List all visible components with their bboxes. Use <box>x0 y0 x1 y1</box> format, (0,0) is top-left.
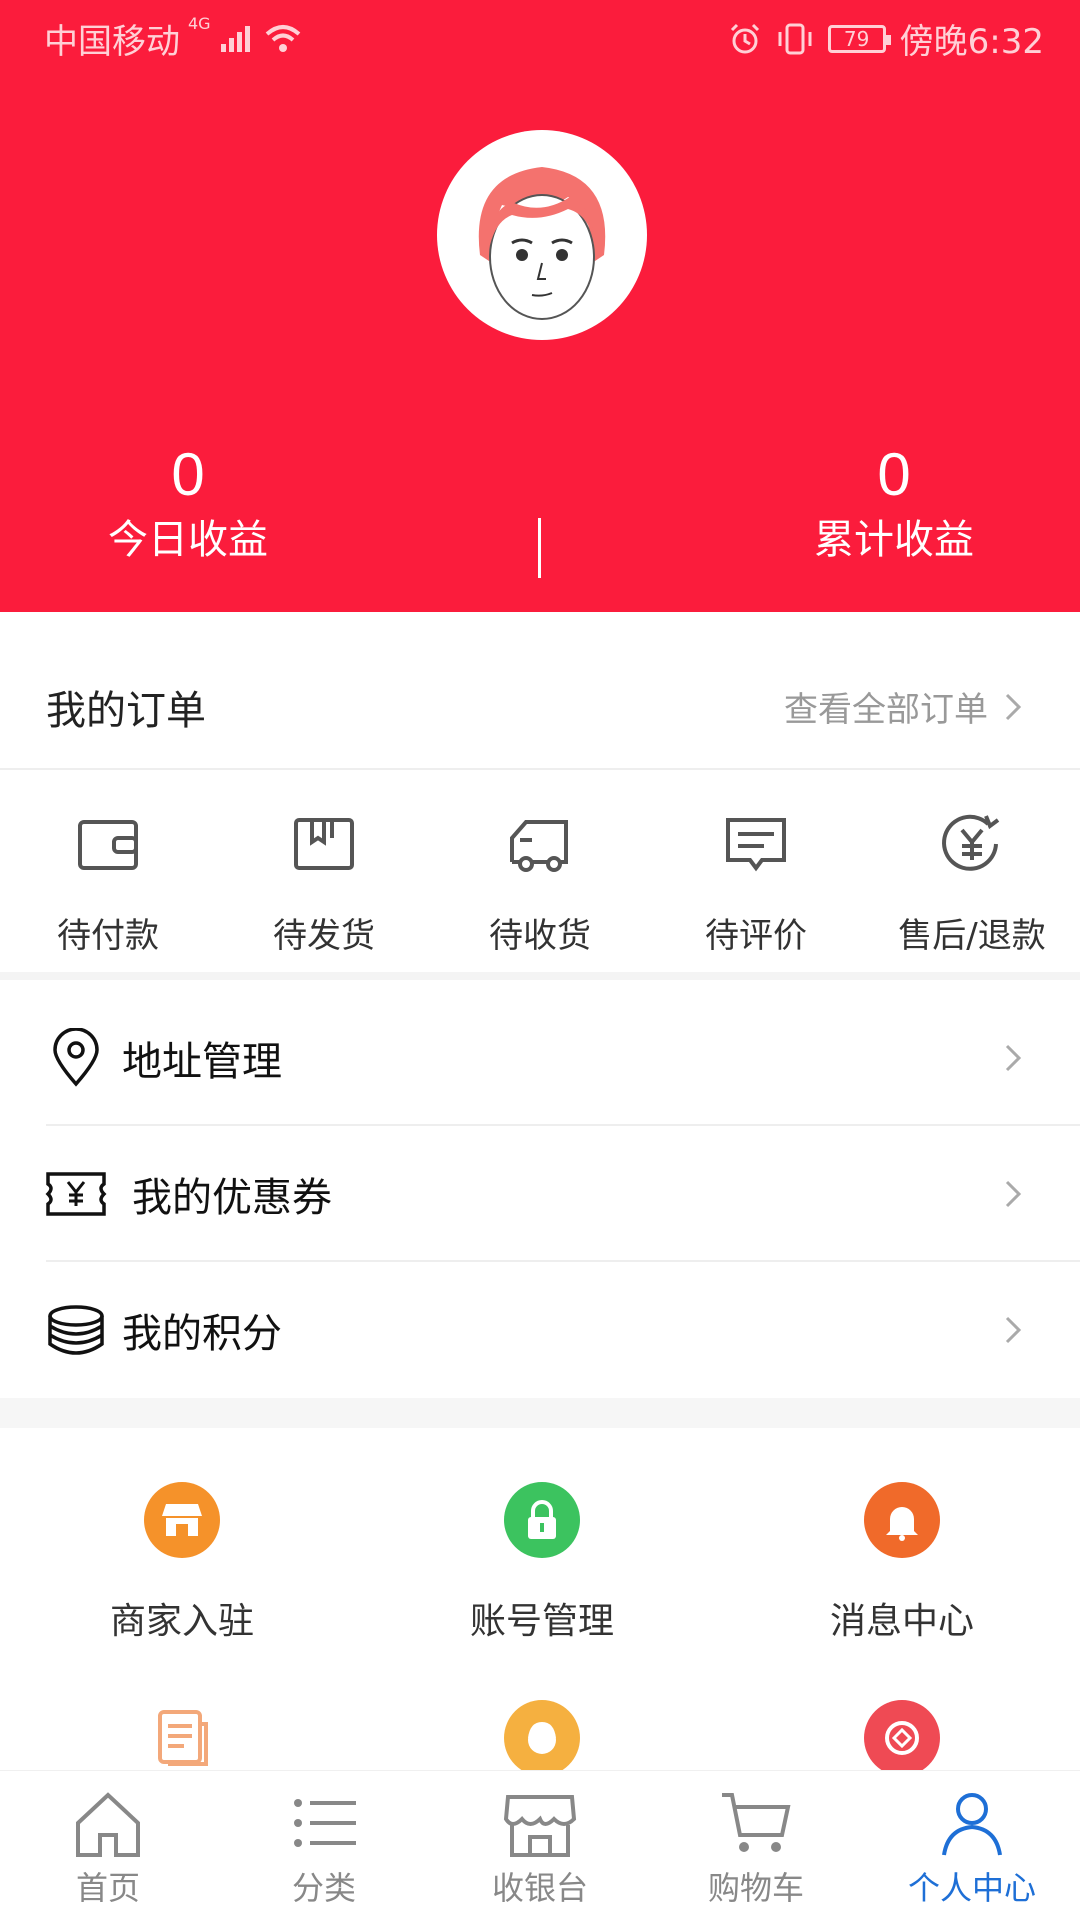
face-icon <box>504 1700 580 1776</box>
order-pending-review[interactable]: 待评价 <box>648 772 864 972</box>
status-bar: 中国移动 4G 79 傍晚6:32 <box>0 0 1080 76</box>
store-icon <box>144 1482 220 1558</box>
order-pending-shipment[interactable]: 待发货 <box>216 772 432 972</box>
bottom-nav: 首页 分类 收银台 购物车 个人中心 <box>0 1770 1080 1920</box>
today-earnings-label: 今日收益 <box>108 517 268 563</box>
cart-icon <box>722 1793 791 1852</box>
order-item-label: 待评价 <box>705 916 807 956</box>
chevron-right-icon <box>998 692 1028 722</box>
order-item-label: 待收货 <box>489 916 591 956</box>
truck-icon <box>510 820 568 872</box>
service-label: 商家入驻 <box>109 1601 254 1642</box>
view-all-orders-link[interactable]: 查看全部订单 <box>784 682 1028 731</box>
today-earnings-value: 0 <box>171 441 205 508</box>
menu-item-label: 地址管理 <box>122 1039 282 1085</box>
nav-home[interactable]: 首页 <box>0 1771 216 1920</box>
chevron-right-icon <box>998 1315 1028 1345</box>
order-item-label: 待发货 <box>273 916 375 956</box>
orders-header: 我的订单 查看全部订单 <box>0 636 1080 770</box>
services-grid: 商家入驻 账号管理 消息中心 <box>0 1450 1080 1776</box>
list-icon <box>294 1799 356 1847</box>
service-exchange[interactable] <box>722 1700 1080 1776</box>
menu-address-management[interactable]: 地址管理 <box>0 990 1080 1126</box>
alarm-icon <box>730 23 759 53</box>
menu-my-points[interactable]: 我的积分 <box>0 1262 1080 1398</box>
vibrate-icon <box>778 23 812 54</box>
document-icon <box>144 1700 220 1776</box>
status-left: 中国移动 4G <box>44 14 303 63</box>
total-earnings-label: 累计收益 <box>814 517 974 563</box>
section-gap <box>0 1398 1080 1428</box>
order-pending-payment[interactable]: 待付款 <box>0 772 216 972</box>
nav-profile[interactable]: 个人中心 <box>864 1771 1080 1920</box>
order-item-label: 待付款 <box>57 916 159 956</box>
home-icon <box>76 1792 140 1857</box>
lock-icon <box>504 1482 580 1558</box>
battery-indicator: 79 <box>827 24 891 53</box>
nav-label: 个人中心 <box>907 1869 1036 1907</box>
avatar-face-icon <box>478 167 606 320</box>
comment-icon <box>726 818 786 872</box>
today-earnings[interactable]: 0 今日收益 <box>38 440 338 568</box>
service-message-center[interactable]: 消息中心 <box>722 1482 1080 1644</box>
service-account-management[interactable]: 账号管理 <box>362 1482 722 1644</box>
service-face[interactable] <box>362 1700 722 1776</box>
menu-my-coupons[interactable]: 我的优惠券 <box>0 1126 1080 1262</box>
coupon-icon <box>44 1162 108 1226</box>
cashier-icon <box>503 1795 577 1857</box>
exchange-icon <box>864 1700 940 1776</box>
total-earnings-value: 0 <box>877 441 911 508</box>
status-right: 79 傍晚6:32 <box>728 14 1044 63</box>
chevron-right-icon <box>998 1179 1028 1209</box>
settings-menu: 地址管理 我的优惠券 我的积分 <box>0 990 1080 1428</box>
package-icon <box>294 818 354 870</box>
battery-level: 79 <box>843 26 870 51</box>
menu-item-label: 我的优惠券 <box>132 1175 332 1221</box>
nav-cart[interactable]: 购物车 <box>648 1771 864 1920</box>
orders-title: 我的订单 <box>46 688 206 734</box>
location-pin-icon <box>44 1026 108 1090</box>
menu-item-label: 我的积分 <box>122 1311 282 1357</box>
profile-header: 中国移动 4G 79 傍晚6:32 0 今日收益 0 累计收益 <box>0 0 1080 612</box>
order-status-row: 待付款 待发货 待收货 待评价 售后/退款 <box>0 772 1080 980</box>
order-after-sales-refund[interactable]: 售后/退款 <box>864 772 1080 972</box>
order-pending-receipt[interactable]: 待收货 <box>432 772 648 972</box>
nav-cashier[interactable]: 收银台 <box>432 1771 648 1920</box>
view-all-orders-label: 查看全部订单 <box>784 690 988 730</box>
service-document[interactable] <box>2 1700 362 1776</box>
person-icon <box>942 1793 1002 1856</box>
network-type: 4G <box>188 14 211 33</box>
carrier-name: 中国移动 <box>44 22 180 62</box>
nav-label: 分类 <box>291 1869 356 1907</box>
avatar[interactable] <box>437 130 647 340</box>
signal-icon <box>220 25 250 52</box>
service-label: 账号管理 <box>469 1601 614 1642</box>
nav-category[interactable]: 分类 <box>216 1771 432 1920</box>
nav-label: 购物车 <box>707 1869 804 1907</box>
nav-label: 收银台 <box>491 1869 588 1907</box>
stats-divider <box>538 518 541 578</box>
service-merchant-join[interactable]: 商家入驻 <box>2 1482 362 1644</box>
coins-stack-icon <box>44 1298 108 1362</box>
order-item-label: 售后/退款 <box>898 916 1046 956</box>
total-earnings[interactable]: 0 累计收益 <box>744 440 1044 568</box>
clock: 傍晚6:32 <box>899 22 1044 62</box>
chevron-right-icon <box>998 1043 1028 1073</box>
wifi-icon <box>265 24 300 52</box>
service-label: 消息中心 <box>829 1601 974 1642</box>
nav-label: 首页 <box>75 1869 140 1907</box>
refund-icon <box>942 814 1000 871</box>
wallet-icon <box>78 820 138 870</box>
bell-icon <box>864 1482 940 1558</box>
